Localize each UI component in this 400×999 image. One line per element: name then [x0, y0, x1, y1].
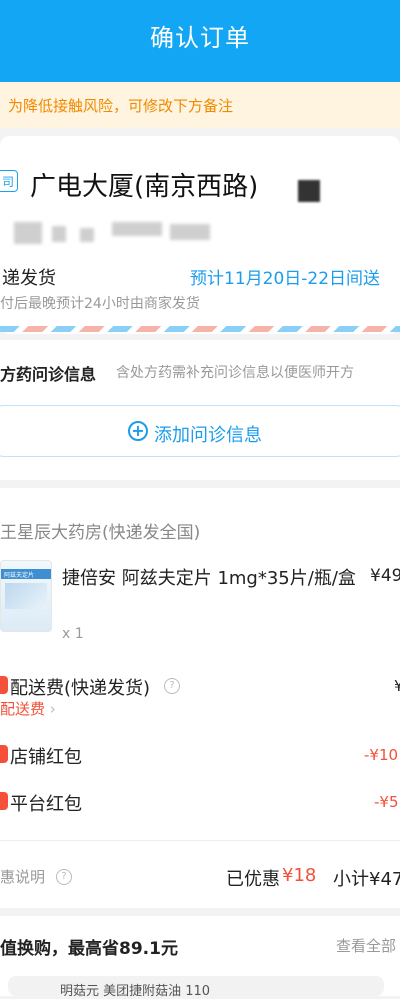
promo-explain[interactable]: 惠说明: [0, 866, 45, 887]
address-blur-1: [14, 222, 42, 244]
prescription-subtitle: 含处方药需补充问诊信息以便医师开方: [116, 365, 354, 381]
chevron-right-icon: ›: [45, 700, 56, 718]
address-title[interactable]: 广电大厦(南京西路): [30, 166, 258, 203]
help-icon[interactable]: ?: [164, 678, 180, 694]
address-blur-4: [112, 222, 162, 236]
swap-title: 值换购，最高省89.1元: [0, 939, 178, 959]
divider: [0, 840, 400, 841]
shipping-date[interactable]: 预计11月20日-22日间送: [190, 264, 380, 289]
shipping-method: 递发货: [2, 268, 56, 289]
delivery-fee-link-label: 配送费: [0, 700, 46, 718]
product-quantity: x 1: [62, 626, 84, 642]
store-coupon-icon: [0, 745, 8, 763]
add-consultation-label[interactable]: 添加问诊信息: [154, 421, 262, 447]
delivery-fee-value: ¥: [394, 677, 400, 695]
platform-coupon-icon: [0, 792, 8, 810]
thumb-art: [5, 583, 47, 609]
address-tag: 司: [0, 170, 18, 192]
subtotal: 小计¥47: [333, 869, 400, 890]
envelope-stripe: [0, 326, 400, 332]
delivery-fee-label: 配送费(快递发货): [10, 678, 151, 699]
notice-text: 为降低接触风险，可修改下方备注: [8, 97, 234, 115]
shop-name[interactable]: 王星辰大药房(快递发全国): [0, 518, 200, 543]
platform-coupon-label: 平台红包: [10, 794, 82, 815]
see-all-link[interactable]: 查看全部: [336, 935, 396, 956]
page-title: 确认订单: [150, 24, 250, 52]
saved-label: 已优惠: [226, 869, 280, 890]
saved-value: ¥18: [282, 865, 317, 886]
prescription-title: 方药问诊信息: [0, 365, 97, 384]
product-thumbnail[interactable]: 阿兹夫定片: [0, 560, 52, 632]
address-blur-3: [80, 228, 94, 242]
address-blur-2: [52, 226, 66, 242]
address-blur-5: [170, 224, 210, 240]
help-icon[interactable]: ?: [56, 869, 72, 885]
delivery-icon: [0, 676, 8, 694]
store-coupon-label: 店铺红包: [10, 747, 82, 768]
address-blur-mark: [298, 180, 320, 202]
thumb-label: 阿兹夫定片: [4, 572, 35, 579]
product-price: ¥49: [370, 566, 400, 586]
delivery-fee-link[interactable]: 配送费 ›: [0, 698, 56, 719]
plus-circle-icon: +: [128, 421, 148, 441]
platform-coupon-value[interactable]: -¥5: [374, 793, 399, 811]
swap-item-name: 明菇元 美团捷附菇油 110: [60, 984, 211, 999]
shipping-note: 付后最晚预计24小时由商家发货: [0, 296, 200, 312]
product-name[interactable]: 捷倍安 阿兹夫定片 1mg*35片/瓶/盒: [62, 565, 362, 593]
store-coupon-value[interactable]: -¥10: [364, 746, 398, 764]
